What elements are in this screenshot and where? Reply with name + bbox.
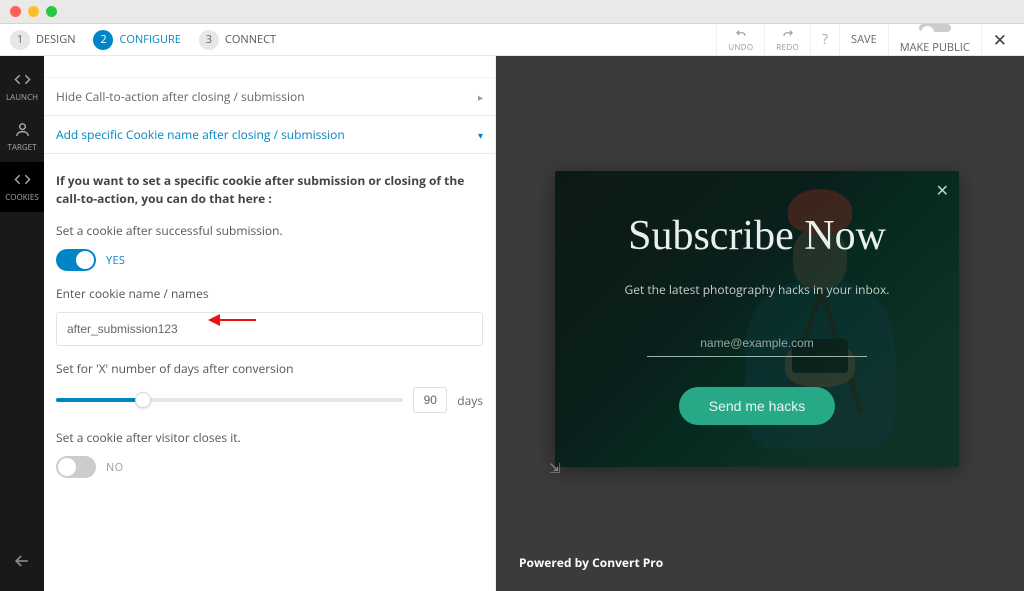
sidebar-item-launch[interactable]: LAUNCH bbox=[0, 62, 44, 112]
wizard-steps: 1 DESIGN 2 CONFIGURE 3 CONNECT bbox=[10, 30, 276, 50]
help-icon: ? bbox=[822, 30, 828, 49]
popup-submit-button[interactable]: Send me hacks bbox=[679, 387, 836, 425]
help-button[interactable]: ? bbox=[810, 24, 839, 55]
make-public-label: MAKE PUBLIC bbox=[900, 40, 970, 55]
days-slider[interactable] bbox=[56, 398, 403, 402]
accordion-body: If you want to set a specific cookie aft… bbox=[44, 154, 495, 486]
step-design[interactable]: 1 DESIGN bbox=[10, 30, 75, 50]
public-switch[interactable] bbox=[919, 24, 951, 32]
redo-label: REDO bbox=[776, 42, 799, 53]
days-slider-row: days bbox=[56, 387, 483, 413]
redo-icon bbox=[781, 27, 795, 41]
sidebar-item-label: LAUNCH bbox=[6, 92, 38, 103]
workspace: LAUNCH TARGET COOKIES Hide Call-to-actio… bbox=[0, 56, 1024, 591]
popup-email-input[interactable] bbox=[647, 330, 867, 357]
back-button[interactable] bbox=[0, 551, 44, 571]
window-minimize-dot[interactable] bbox=[28, 6, 39, 17]
topbar-actions: UNDO REDO ? SAVE MAKE PUBLIC ✕ bbox=[716, 24, 1018, 55]
step-number: 3 bbox=[199, 30, 219, 50]
close-icon: ✕ bbox=[993, 28, 1007, 51]
save-label: SAVE bbox=[851, 32, 877, 47]
accordion-hide-cta[interactable]: Hide Call-to-action after closing / subm… bbox=[44, 78, 495, 116]
days-unit-label: days bbox=[457, 392, 483, 409]
sidebar-item-target[interactable]: TARGET bbox=[0, 112, 44, 162]
step-label: CONNECT bbox=[225, 32, 276, 47]
step-number: 2 bbox=[93, 30, 113, 50]
toggle-close[interactable] bbox=[56, 456, 96, 478]
config-panel: Hide Call-to-action after closing / subm… bbox=[44, 56, 496, 591]
window-zoom-dot[interactable] bbox=[46, 6, 57, 17]
toggle-state-label: YES bbox=[106, 253, 125, 268]
back-arrow-icon bbox=[12, 551, 32, 571]
popup-title: Subscribe Now bbox=[628, 215, 886, 257]
label-set-cookie-close: Set a cookie after visitor closes it. bbox=[56, 429, 483, 446]
top-toolbar: 1 DESIGN 2 CONFIGURE 3 CONNECT UNDO REDO… bbox=[0, 24, 1024, 56]
step-label: CONFIGURE bbox=[119, 32, 180, 47]
label-cookie-names: Enter cookie name / names bbox=[56, 285, 483, 302]
accordion-title: Hide Call-to-action after closing / subm… bbox=[56, 88, 305, 105]
powered-by-label: Powered by Convert Pro bbox=[519, 554, 663, 571]
make-public-toggle[interactable]: MAKE PUBLIC bbox=[888, 24, 981, 55]
accordion-cookie[interactable]: Add specific Cookie name after closing /… bbox=[44, 116, 495, 154]
window-close-dot[interactable] bbox=[10, 6, 21, 17]
step-label: DESIGN bbox=[36, 32, 75, 47]
toggle-state-label: NO bbox=[106, 460, 123, 475]
sidebar-item-label: COOKIES bbox=[5, 192, 38, 203]
code-icon bbox=[14, 71, 31, 88]
preview-pane: ✕ Subscribe Now Get the latest photograp… bbox=[496, 56, 1024, 591]
resize-handle-icon[interactable]: ⇲ bbox=[549, 459, 561, 478]
code-icon bbox=[14, 171, 31, 188]
subscribe-popup: ✕ Subscribe Now Get the latest photograp… bbox=[555, 171, 959, 467]
sidebar-item-cookies[interactable]: COOKIES bbox=[0, 162, 44, 212]
undo-label: UNDO bbox=[728, 42, 753, 53]
step-connect[interactable]: 3 CONNECT bbox=[199, 30, 276, 50]
redo-button[interactable]: REDO bbox=[764, 24, 810, 55]
step-configure[interactable]: 2 CONFIGURE bbox=[93, 30, 180, 50]
chevron-down-icon: ▾ bbox=[478, 128, 483, 142]
slider-thumb[interactable] bbox=[135, 392, 151, 408]
label-days: Set for 'X' number of days after convers… bbox=[56, 360, 483, 377]
toggle-success[interactable] bbox=[56, 249, 96, 271]
section-description: If you want to set a specific cookie aft… bbox=[56, 172, 483, 208]
window-titlebar bbox=[0, 0, 1024, 24]
step-number: 1 bbox=[10, 30, 30, 50]
days-value-input[interactable] bbox=[413, 387, 447, 413]
close-button[interactable]: ✕ bbox=[981, 24, 1018, 55]
toggle-row-close: NO bbox=[56, 456, 483, 478]
left-sidebar: LAUNCH TARGET COOKIES bbox=[0, 56, 44, 591]
accordion-title: Add specific Cookie name after closing /… bbox=[56, 126, 345, 143]
save-button[interactable]: SAVE bbox=[839, 24, 888, 55]
center-area: Hide Call-to-action after closing / subm… bbox=[44, 56, 1024, 591]
toggle-row-success: YES bbox=[56, 249, 483, 271]
user-icon bbox=[14, 121, 31, 138]
undo-button[interactable]: UNDO bbox=[716, 24, 764, 55]
sidebar-item-label: TARGET bbox=[7, 142, 36, 153]
popup-subtitle: Get the latest photography hacks in your… bbox=[625, 281, 890, 298]
cookie-name-input[interactable] bbox=[56, 312, 483, 346]
chevron-right-icon: ▸ bbox=[478, 90, 483, 104]
label-set-cookie-success: Set a cookie after successful submission… bbox=[56, 222, 483, 239]
undo-icon bbox=[734, 27, 748, 41]
